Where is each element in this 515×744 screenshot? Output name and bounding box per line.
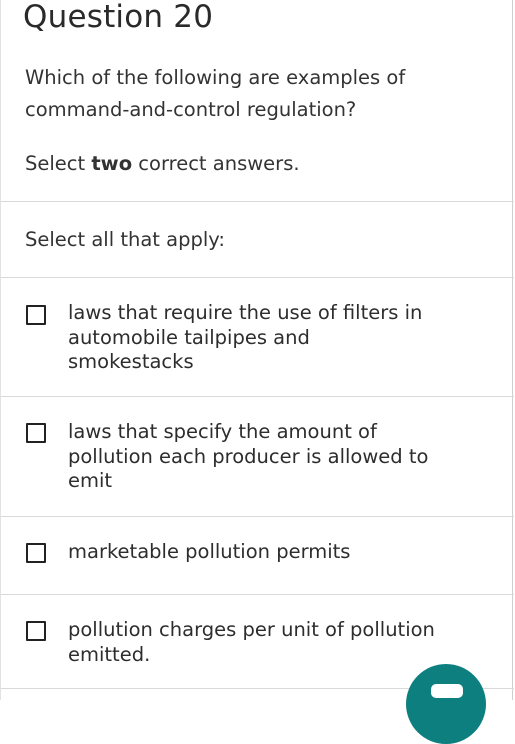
answer-instruction: Select two correct answers. [25, 148, 300, 180]
divider [1, 201, 514, 202]
answer-option-label: pollution charges per unit of pollution … [68, 618, 435, 666]
instruction-suffix: correct answers. [132, 152, 300, 175]
instruction-count: two [91, 152, 133, 175]
checkbox-icon[interactable] [26, 621, 46, 641]
chat-button[interactable] [406, 664, 486, 744]
checkbox-icon[interactable] [26, 305, 46, 325]
answer-option-3[interactable]: marketable pollution permits [1, 517, 514, 594]
checkbox-icon[interactable] [26, 423, 46, 443]
answer-option-label: marketable pollution permits [68, 540, 351, 563]
chat-bubble-icon [431, 684, 463, 698]
answer-option-1[interactable]: laws that require the use of filters in … [1, 278, 514, 396]
question-panel: Question 20 Which of the following are e… [0, 0, 514, 700]
answer-option-2[interactable]: laws that specify the amount of pollutio… [1, 397, 514, 516]
question-prompt: Which of the following are examples of c… [25, 66, 406, 121]
instruction-prefix: Select [25, 152, 92, 175]
answer-option-label: laws that specify the amount of pollutio… [68, 420, 429, 492]
question-title: Question 20 [23, 0, 214, 35]
answer-option-label: laws that require the use of filters in … [68, 301, 423, 373]
checkbox-icon[interactable] [26, 543, 46, 563]
select-all-label: Select all that apply: [25, 228, 225, 251]
